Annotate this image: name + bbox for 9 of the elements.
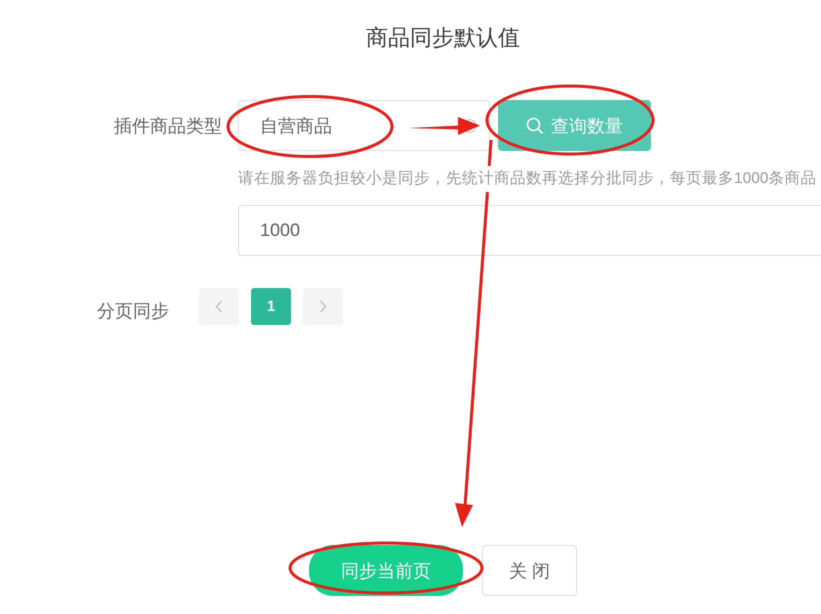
prev-page-button[interactable] (199, 288, 239, 325)
search-icon (526, 117, 543, 134)
close-button[interactable]: 关 闭 (482, 545, 577, 596)
next-page-button[interactable] (303, 288, 343, 325)
dialog-title: 商品同步默认值 (365, 24, 521, 52)
page-size-field[interactable]: 1000 (238, 205, 821, 256)
field-label: 插件商品类型 (113, 114, 222, 138)
field-label: 分页同步 (97, 300, 169, 322)
hint-text: 请在服务器负担较小是同步，先统计商品数再选择分批同步，每页最多1000条商品 (238, 170, 818, 188)
